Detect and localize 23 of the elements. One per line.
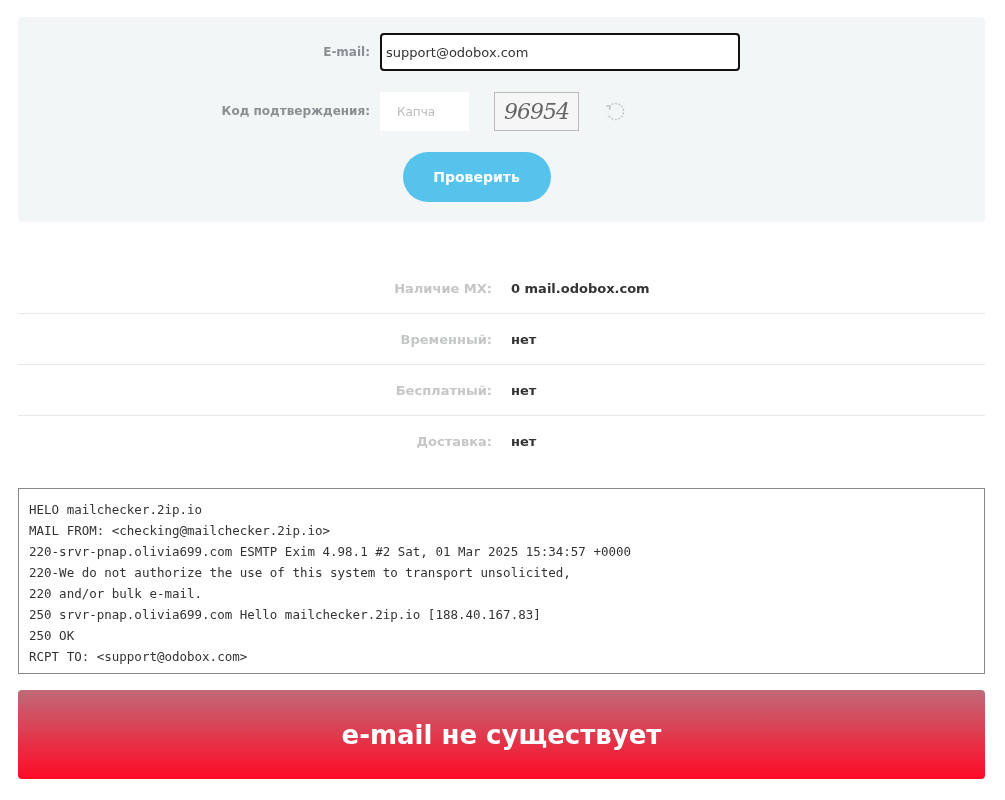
log-line: 220-We do not authorize the use of this system to transport unsolicited, (29, 564, 572, 582)
result-value: нет (511, 331, 537, 347)
result-banner: e-mail не существует (18, 690, 985, 779)
log-line: 250 srvr-pnap.olivia699.com Hello mailchecker.2ip.io [188.40.167.83] (29, 606, 542, 624)
log-line: MAIL FROM: <checking@mailchecker.2ip.io> (29, 522, 332, 540)
code-label: Код подтверждения: (220, 103, 371, 120)
email-label: E-mail: (322, 43, 371, 61)
log-line: 220-srvr-pnap.olivia699.com ESMTP Exim 4.98.1 #2 Sat, 01 Mar 2025 15:34:57 +0000 (29, 543, 633, 561)
log-line: RCPT TO: <support@odobox.com> (29, 648, 249, 666)
log-line: 220 and/or bulk e-mail. (29, 585, 204, 603)
result-label: Доставка: (415, 433, 493, 449)
email-field[interactable]: support@odobox.com (380, 33, 740, 71)
result-value: нет (511, 433, 537, 449)
result-label: Временный: (399, 331, 493, 347)
log-line: HELO mailchecker.2ip.io (29, 501, 204, 519)
captcha-image: 96954 (494, 92, 579, 131)
captcha-field[interactable]: Капча (380, 92, 469, 131)
result-label: Наличие MX: (393, 280, 493, 296)
log-line: 250 OK (29, 627, 76, 645)
result-value: 0 mail.odobox.com (511, 280, 650, 296)
refresh-icon[interactable] (604, 100, 626, 123)
result-label: Бесплатный: (394, 382, 493, 398)
result-value: нет (511, 382, 537, 398)
